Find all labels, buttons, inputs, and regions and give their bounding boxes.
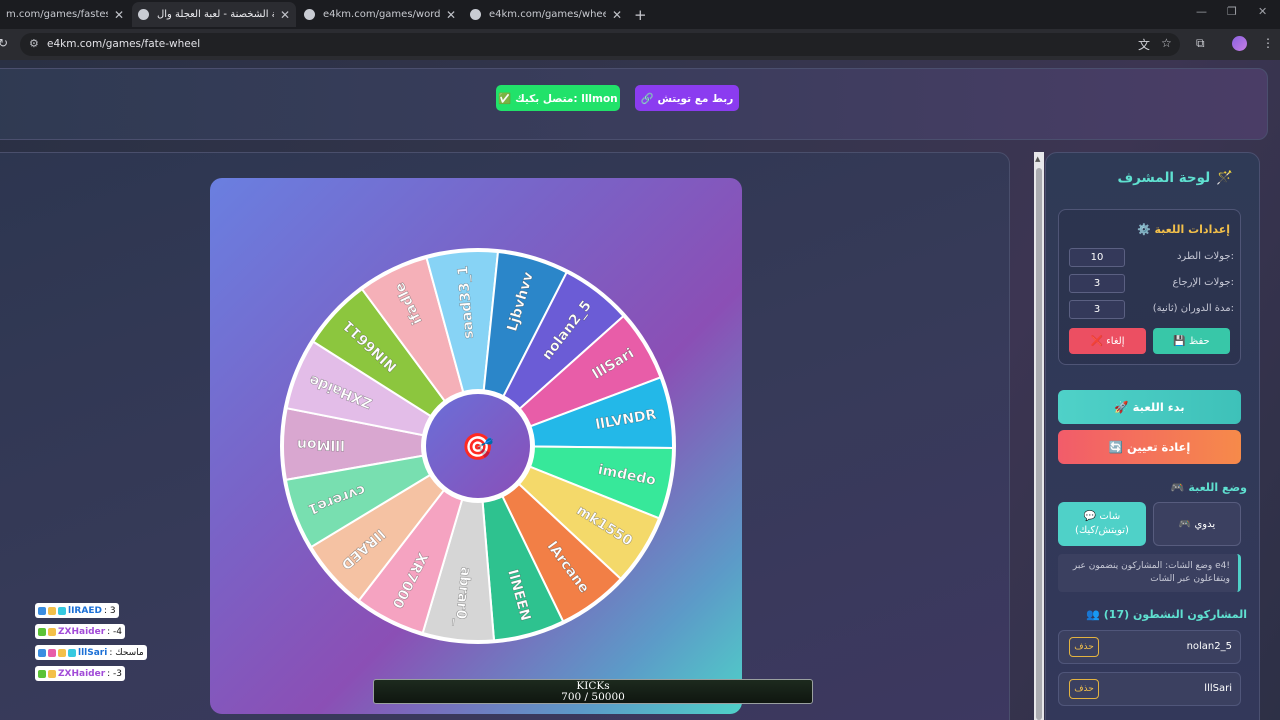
participant-name: nolan2_5 <box>1186 641 1232 652</box>
kick-connected-button[interactable]: ✅ متصل بكيك: lllmon <box>496 85 620 111</box>
manual-mode-button[interactable]: 🎮 يدوي <box>1153 502 1241 546</box>
translate-icon[interactable]: 文 <box>1138 36 1150 53</box>
favicon-icon <box>138 9 149 20</box>
wheel-card: lllMon ZXHaide NIN6611 ifadle saad33_1 Ljbvhv… <box>210 178 742 714</box>
badge-icon <box>48 606 56 615</box>
badge-icon <box>38 669 46 678</box>
participants-title: 👥 المشاركون النشطون (17) <box>1086 608 1247 621</box>
address-toolbar: ↻ ⚙ e4km.com/games/fate-wheel <box>0 29 1280 60</box>
setting-spin-duration: 3 مدة الدوران (ثانية): <box>1069 300 1234 320</box>
admin-title: لوحة المشرف 🪄 <box>1117 170 1233 186</box>
badge-icon <box>38 627 46 636</box>
chat-username: ZXHaider <box>58 626 106 637</box>
chat-username: ZXHaider <box>58 668 106 679</box>
menu-icon[interactable]: ⋮ <box>1262 36 1274 50</box>
setting-return-rounds: 3 جولات الإرجاع: <box>1069 274 1234 294</box>
wheel-segment-label: lllMon <box>297 436 345 452</box>
game-mode-title: 🎮 وضع اللعبة <box>1170 481 1247 494</box>
chat-badge: ZXHaider : -4 <box>35 624 126 639</box>
tab-2[interactable]: e4km.com/games/word-challer ✕ <box>298 2 462 27</box>
kick-rounds-input[interactable]: 10 <box>1069 248 1125 267</box>
chat-message: : ماسحك <box>109 647 144 658</box>
restore-icon[interactable]: ❐ <box>1227 5 1237 18</box>
close-icon[interactable]: ✕ <box>446 8 456 22</box>
target-icon: 🎯 <box>462 433 494 463</box>
chat-message: : -3 <box>107 668 123 679</box>
wand-icon: 🪄 <box>1216 170 1233 186</box>
settings-title: ⚙️ إعدادات اللعبة <box>1136 223 1230 236</box>
participant-name: lllSari <box>1204 683 1232 694</box>
kicks-progress: KICKs 700 / 50000 <box>373 679 813 704</box>
start-game-button[interactable]: 🚀 بدء اللعبة <box>1058 390 1241 424</box>
badge-icon <box>48 669 56 678</box>
tab-title: e4km.com/games/word-challer <box>323 9 440 20</box>
bookmark-star-icon[interactable]: ☆ <box>1161 36 1172 50</box>
tab-1[interactable]: دوامة الشخصنة - لعبة العجلة وال ✕ <box>132 2 296 27</box>
tab-title: دوامة الشخصنة - لعبة العجلة وال <box>157 9 274 20</box>
scroll-up-icon[interactable]: ▲ <box>1035 155 1040 163</box>
spin-duration-label: مدة الدوران (ثانية): <box>1152 303 1234 314</box>
chat-badge: lllSari : ماسحك <box>35 645 147 660</box>
site-info-icon[interactable]: ⚙ <box>29 37 39 50</box>
save-button[interactable]: 💾 حفظ <box>1153 328 1230 354</box>
address-bar[interactable]: ⚙ e4km.com/games/fate-wheel <box>20 33 1180 56</box>
chat-message: : 3 <box>103 605 116 616</box>
tab-strip: m.com/games/fastest-finge ✕ دوامة الشخصن… <box>0 0 1280 29</box>
chat-username: lIRAED <box>68 605 102 616</box>
page: ✅ متصل بكيك: lllmon 🔗 ربط مع تويتش lllMo… <box>0 60 1280 720</box>
spin-duration-input[interactable]: 3 <box>1069 300 1125 319</box>
badge-icon <box>38 606 46 615</box>
tab-title: e4km.com/games/wheel-of-fat <box>489 9 606 20</box>
game-settings: ⚙️ إعدادات اللعبة 10 جولات الطرد: 3 جولا… <box>1058 209 1241 365</box>
close-icon[interactable]: ✕ <box>612 8 622 22</box>
chat-mode-label: 💬 شات <box>1083 511 1121 522</box>
close-window-icon[interactable]: ✕ <box>1258 5 1267 18</box>
setting-kick-rounds: 10 جولات الطرد: <box>1069 248 1234 268</box>
url-text[interactable]: e4km.com/games/fate-wheel <box>47 38 200 50</box>
fate-wheel[interactable]: lllMonZXHaideNIN6611ifadle saad33_1 Ljbvhv… <box>210 178 742 714</box>
tab-title: m.com/games/fastest-finge <box>6 9 108 20</box>
kick-rounds-label: جولات الطرد: <box>1176 251 1234 262</box>
twitch-link-button[interactable]: 🔗 ربط مع تويتش <box>635 85 739 111</box>
badge-icon <box>68 648 76 657</box>
reset-button[interactable]: 🔄 إعادة تعيين <box>1058 430 1241 464</box>
chat-badge: ZXHaider : -3 <box>35 666 126 681</box>
reload-icon[interactable]: ↻ <box>0 36 8 50</box>
tab-0[interactable]: m.com/games/fastest-finge ✕ <box>0 2 130 27</box>
scrollbar-thumb[interactable] <box>1036 168 1042 720</box>
close-icon[interactable]: ✕ <box>280 8 290 22</box>
top-bar <box>0 68 1268 140</box>
badge-icon <box>48 627 56 636</box>
badge-icon <box>48 648 56 657</box>
delete-button[interactable]: حذف <box>1069 637 1099 657</box>
chat-mode-button[interactable]: 💬 شات (تويتش/كيك) <box>1058 502 1146 546</box>
delete-button[interactable]: حذف <box>1069 679 1099 699</box>
close-icon[interactable]: ✕ <box>114 8 124 22</box>
minimize-icon[interactable]: — <box>1196 5 1207 18</box>
badge-icon <box>58 606 66 615</box>
participant-row: lllSari حذف <box>1058 672 1241 706</box>
chat-mode-sublabel: (تويتش/كيك) <box>1075 525 1129 536</box>
chat-username: lllSari <box>78 647 108 658</box>
profile-avatar[interactable] <box>1232 36 1247 51</box>
tab-3[interactable]: e4km.com/games/wheel-of-fat ✕ <box>464 2 628 27</box>
mode-description: وضع الشات: المشاركون ينضمون عبر e4! ويتف… <box>1058 554 1241 592</box>
cancel-button[interactable]: ❌ إلغاء <box>1069 328 1146 354</box>
admin-panel: لوحة المشرف 🪄 ⚙️ إعدادات اللعبة 10 جولات… <box>1045 152 1260 720</box>
return-rounds-label: جولات الإرجاع: <box>1172 277 1234 288</box>
favicon-icon <box>304 9 315 20</box>
admin-title-text: لوحة المشرف <box>1117 170 1211 186</box>
chat-badge: lIRAED : 3 <box>35 603 119 618</box>
chat-message: : -4 <box>107 626 123 637</box>
favicon-icon <box>470 9 481 20</box>
return-rounds-input[interactable]: 3 <box>1069 274 1125 293</box>
new-tab-button[interactable]: + <box>634 6 647 24</box>
badge-icon <box>58 648 66 657</box>
badge-icon <box>38 648 46 657</box>
extensions-icon[interactable]: ⧉ <box>1196 36 1205 51</box>
participant-row: nolan2_5 حذف <box>1058 630 1241 664</box>
kicks-value: 700 / 50000 <box>561 691 625 703</box>
